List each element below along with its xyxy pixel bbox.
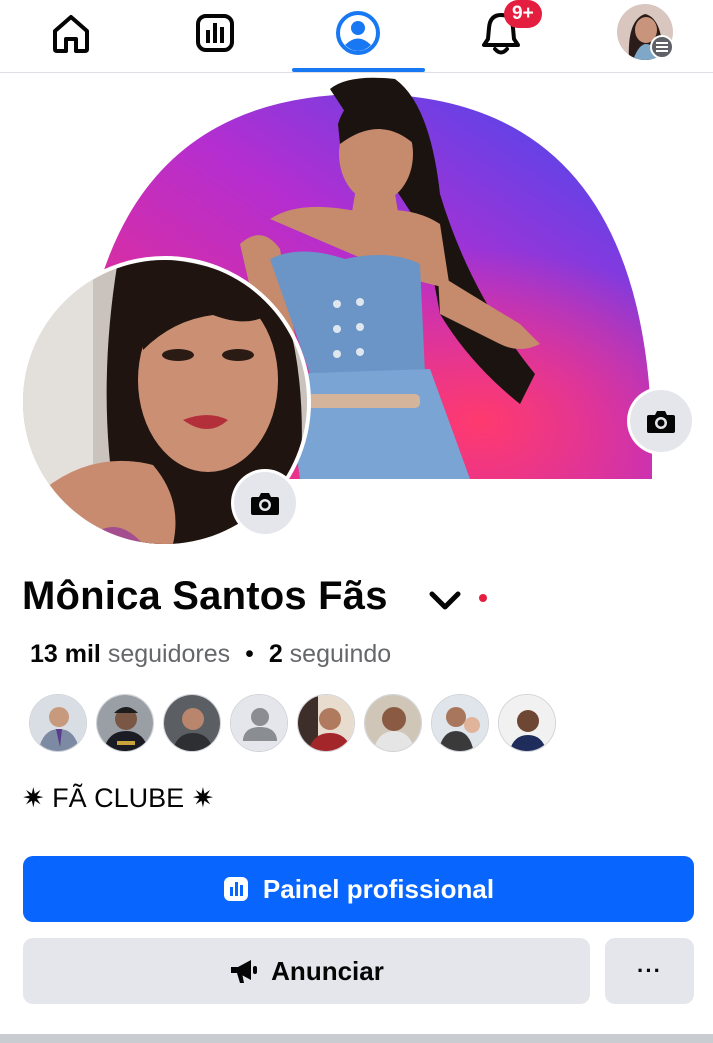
profile-name: Mônica Santos Fãs xyxy=(22,574,388,618)
follower-avatar[interactable] xyxy=(163,694,221,752)
advertise-button[interactable]: Anunciar xyxy=(23,938,590,1004)
dashboard-icon xyxy=(196,14,234,52)
follower-avatar[interactable] xyxy=(364,694,422,752)
top-navigation-bar: 9+ xyxy=(0,0,713,73)
professional-dashboard-label: Painel profissional xyxy=(262,873,495,904)
camera-icon xyxy=(251,493,279,515)
active-tab-indicator xyxy=(292,68,425,72)
tab-home[interactable] xyxy=(36,4,106,62)
followers-count[interactable]: 13 mil xyxy=(30,640,101,668)
menu-badge[interactable] xyxy=(650,35,674,59)
follower-avatar[interactable] xyxy=(498,694,556,752)
follower-avatar[interactable] xyxy=(29,694,87,752)
tab-profile[interactable] xyxy=(323,4,393,62)
notifications-badge: 9+ xyxy=(504,0,542,28)
camera-icon xyxy=(647,411,675,433)
more-options-icon: ··· xyxy=(637,958,662,983)
advertise-label: Anunciar xyxy=(271,955,384,986)
profile-icon xyxy=(336,11,380,55)
follower-avatar[interactable] xyxy=(96,694,154,752)
tab-professional-dashboard[interactable] xyxy=(180,4,250,62)
profile-bio: ✷ FÃ CLUBE ✷ xyxy=(22,783,215,813)
chevron-down-icon[interactable] xyxy=(428,590,462,612)
follower-avatar[interactable] xyxy=(230,694,288,752)
status-dot xyxy=(479,594,487,602)
hamburger-icon xyxy=(656,42,668,52)
following-count[interactable]: 2 xyxy=(269,640,283,668)
edit-cover-button[interactable] xyxy=(630,390,692,452)
follower-avatar[interactable] xyxy=(297,694,355,752)
edit-profile-picture-button[interactable] xyxy=(234,472,296,534)
followers-label[interactable]: seguidores xyxy=(108,640,230,668)
professional-dashboard-button[interactable]: Painel profissional xyxy=(23,856,694,922)
dashboard-icon xyxy=(223,877,248,901)
stats-separator: • xyxy=(245,640,254,668)
home-icon xyxy=(53,15,89,53)
follower-avatar[interactable] xyxy=(431,694,489,752)
following-label[interactable]: seguindo xyxy=(290,640,391,668)
more-options-button[interactable]: ··· xyxy=(605,938,694,1004)
megaphone-icon xyxy=(231,960,258,983)
profile-stats: 13 mil seguidores • 2 seguindo xyxy=(30,640,391,669)
default-avatar-icon xyxy=(231,695,287,751)
section-divider xyxy=(0,1034,713,1043)
